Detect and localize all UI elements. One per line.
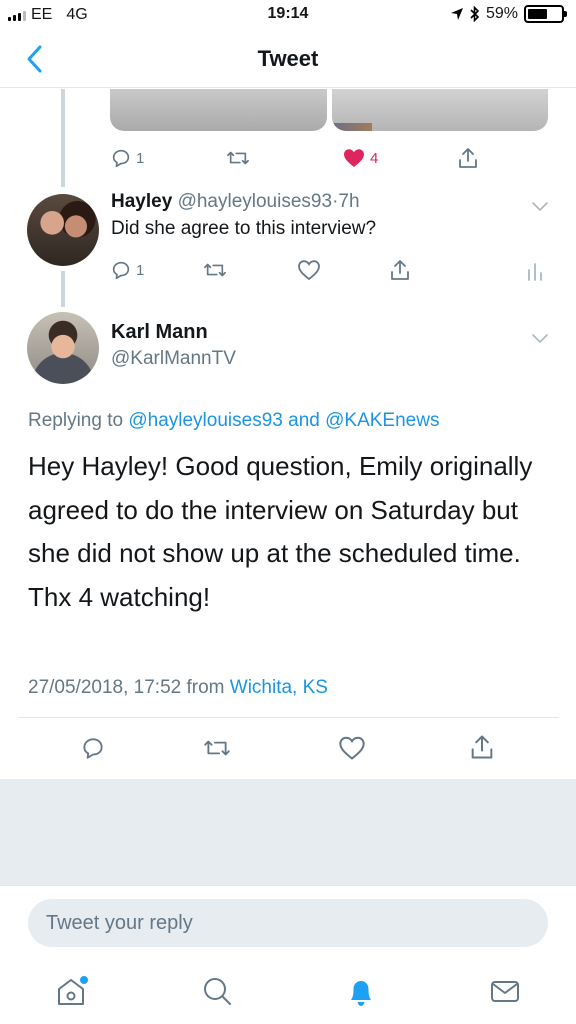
media-thumbnail[interactable] <box>110 89 327 131</box>
reply-button[interactable]: 1 <box>110 259 144 281</box>
share-icon <box>471 735 493 759</box>
page-title: Tweet <box>257 46 319 71</box>
tweet-text: Did she agree to this interview? <box>111 218 377 239</box>
reply-count: 1 <box>136 149 145 167</box>
mention-link[interactable]: @KAKEnews <box>325 410 439 431</box>
media-thumbnail[interactable] <box>331 89 548 131</box>
search-icon <box>204 978 231 1005</box>
tweet-options-button[interactable] <box>530 331 550 350</box>
retweet-icon <box>227 151 249 165</box>
tab-home[interactable] <box>51 971 91 1011</box>
analytics-button[interactable] <box>527 260 543 282</box>
tweet-body-paragraph: Thx 4 watching! <box>28 581 211 612</box>
mention-link[interactable]: @hayleylouises93 <box>128 410 283 431</box>
tweet-options-button[interactable] <box>530 199 550 218</box>
retweet-icon <box>204 740 230 756</box>
avatar[interactable] <box>27 312 99 384</box>
replying-and[interactable]: and <box>283 410 325 431</box>
thread-line <box>61 89 65 187</box>
battery-percent: 59% <box>485 5 518 22</box>
chevron-down-icon <box>532 202 548 212</box>
retweet-button[interactable] <box>226 147 250 169</box>
replying-prefix: Replying to <box>28 410 129 431</box>
reply-icon <box>112 261 130 280</box>
notifications-icon <box>351 981 371 1006</box>
location-arrow-icon <box>450 8 463 20</box>
like-button[interactable] <box>297 259 321 281</box>
from-label: from <box>181 677 230 698</box>
status-right: 59% <box>450 5 567 23</box>
heart-filled-icon <box>344 149 364 167</box>
author-name[interactable]: Karl Mann <box>111 321 208 344</box>
empty-replies-area <box>0 779 576 885</box>
tab-search[interactable] <box>197 971 237 1011</box>
retweet-button[interactable] <box>203 735 231 761</box>
share-button[interactable] <box>389 258 411 282</box>
tweet-time: 7h <box>338 191 360 212</box>
replying-to-line: Replying to @hayleylouises93 and @KAKEne… <box>28 410 439 432</box>
share-button[interactable] <box>469 733 495 761</box>
like-button[interactable] <box>338 735 366 761</box>
like-count: 4 <box>370 149 379 167</box>
battery-icon <box>524 5 567 23</box>
status-bar: EE 4G 19:14 59% <box>0 0 576 30</box>
share-button[interactable] <box>457 146 479 170</box>
reply-button[interactable] <box>80 735 106 761</box>
author-handle[interactable]: @hayleylouises93 <box>178 191 333 212</box>
reply-input[interactable] <box>28 899 548 947</box>
tab-bar <box>0 961 576 1024</box>
tab-notifications[interactable] <box>341 971 381 1011</box>
reply-bar <box>0 885 576 961</box>
analytics-icon <box>528 263 542 281</box>
like-button[interactable]: 4 <box>342 147 378 169</box>
author-handle[interactable]: @KarlMannTV <box>111 348 236 370</box>
divider <box>18 717 559 718</box>
thread-line <box>61 271 65 307</box>
chevron-down-icon <box>532 334 548 344</box>
location-link[interactable]: Wichita, KS <box>230 677 328 698</box>
home-icon <box>58 976 88 1005</box>
reply-icon <box>112 149 130 168</box>
share-icon <box>391 260 409 280</box>
tweet-date: 27/05/2018, 17:52 <box>28 677 182 698</box>
retweet-icon <box>204 263 226 277</box>
author-name[interactable]: Hayley <box>111 191 172 212</box>
reply-button[interactable]: 1 <box>110 147 144 169</box>
tab-messages[interactable] <box>485 971 525 1011</box>
reply-tweet-header: Hayley @hayleylouises93·7h <box>111 191 360 213</box>
tweet-body: Hey Hayley! Good question, Emily origina… <box>28 445 548 619</box>
tweet-body-paragraph: Hey Hayley! Good question, Emily origina… <box>28 451 533 568</box>
navigation-bar: Tweet <box>0 30 576 88</box>
share-icon <box>459 148 477 168</box>
reply-count: 1 <box>136 261 145 279</box>
heart-icon <box>339 736 365 760</box>
parent-tweet-media[interactable] <box>110 89 548 131</box>
heart-icon <box>298 260 320 281</box>
reply-icon <box>83 738 103 759</box>
tweet-timestamp: 27/05/2018, 17:52 from Wichita, KS <box>28 677 328 699</box>
avatar[interactable] <box>27 194 99 266</box>
messages-icon <box>491 981 519 1002</box>
retweet-button[interactable] <box>203 259 227 281</box>
bluetooth-icon <box>470 6 480 22</box>
